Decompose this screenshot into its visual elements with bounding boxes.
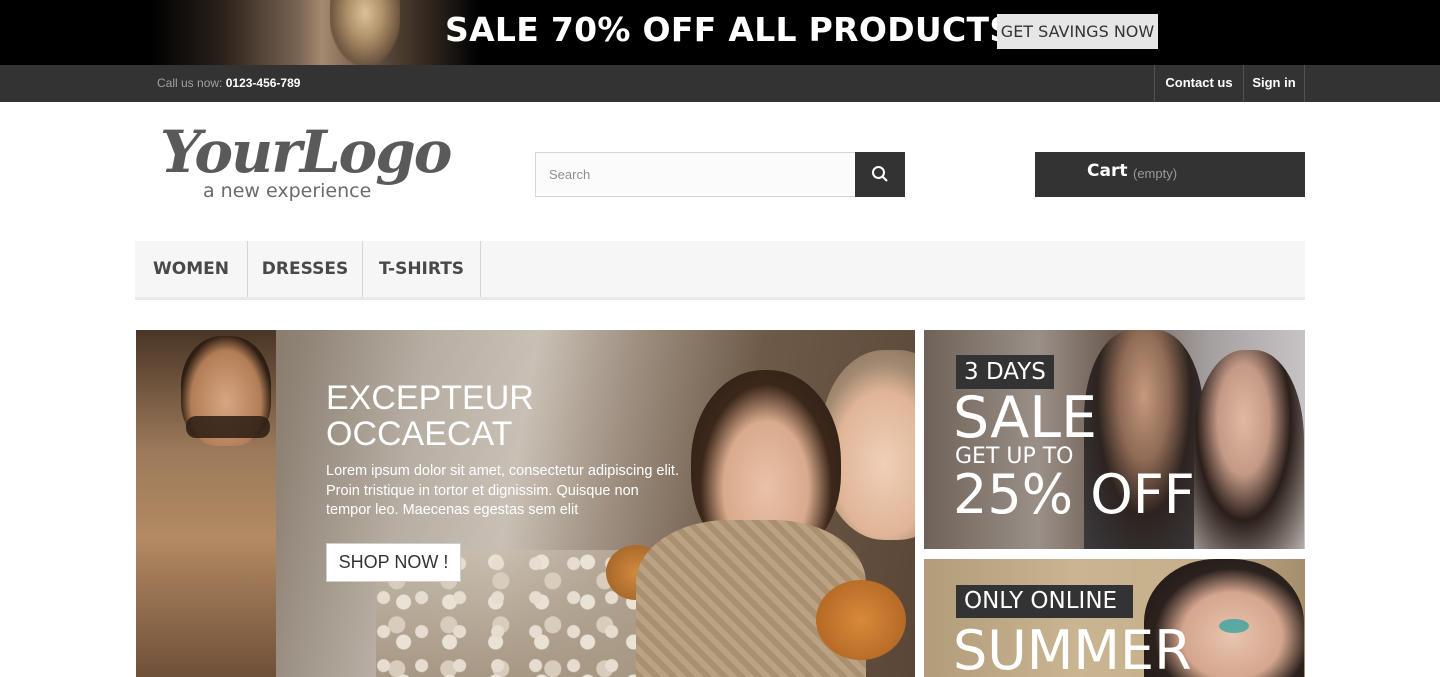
cart-status: (empty) xyxy=(1133,166,1178,181)
summer-banner[interactable]: ONLY ONLINE SUMMER xyxy=(924,559,1305,677)
site-logo[interactable]: YourLogo a new experience xyxy=(160,118,452,210)
search-input[interactable] xyxy=(535,152,856,197)
menu-item-women[interactable]: WOMEN xyxy=(135,241,248,297)
menu-item-dresses[interactable]: DRESSES xyxy=(248,241,363,297)
search-icon xyxy=(872,166,888,182)
phone-number: 0123-456-789 xyxy=(225,76,301,90)
banner-woman-image xyxy=(1194,350,1304,549)
cart-button[interactable]: Cart (empty) xyxy=(1035,152,1305,197)
search-button[interactable] xyxy=(855,152,905,197)
promo-banner[interactable]: SALE 70% OFF ALL PRODUCTS GET SAVINGS NO… xyxy=(0,0,1440,65)
menu-item-t-shirts[interactable]: T-SHIRTS xyxy=(363,241,481,297)
slider-description: Lorem ipsum dolor sit amet, consectetur … xyxy=(326,463,679,518)
top-nav-bar: Call us now: 0123-456-789 Contact us Sig… xyxy=(0,65,1440,102)
sign-in-link[interactable]: Sign in xyxy=(1243,65,1305,102)
contact-us-link[interactable]: Contact us xyxy=(1154,65,1243,102)
get-savings-button[interactable]: GET SAVINGS NOW xyxy=(997,14,1158,49)
logo-wordmark: YourLogo xyxy=(160,118,452,186)
logo-tagline: a new experience xyxy=(203,180,372,202)
slider-title: EXCEPTEUR OCCAECAT xyxy=(326,379,534,453)
shop-now-button[interactable]: SHOP NOW ! xyxy=(326,543,461,582)
main-menu: WOMEN DRESSES T-SHIRTS xyxy=(135,241,1305,300)
promo-model-image xyxy=(150,0,480,65)
banner-tag: ONLY ONLINE xyxy=(956,585,1133,618)
sale-banner[interactable]: 3 DAYS SALE GET UP TO 25% OFF xyxy=(924,330,1305,549)
banner-headline: SUMMER xyxy=(953,619,1192,677)
promo-headline: SALE 70% OFF ALL PRODUCTS xyxy=(445,10,1014,49)
call-us-label: Call us now: xyxy=(157,76,223,90)
cart-label: Cart xyxy=(1087,161,1128,181)
homepage-slider[interactable]: EXCEPTEUR OCCAECAT Lorem ipsum dolor sit… xyxy=(136,330,915,677)
banner-offer: 25% OFF xyxy=(953,463,1195,526)
slider-mitten-image xyxy=(816,580,906,660)
slider-man-image xyxy=(136,330,276,677)
call-us-text: Call us now: 0123-456-789 xyxy=(157,76,300,90)
